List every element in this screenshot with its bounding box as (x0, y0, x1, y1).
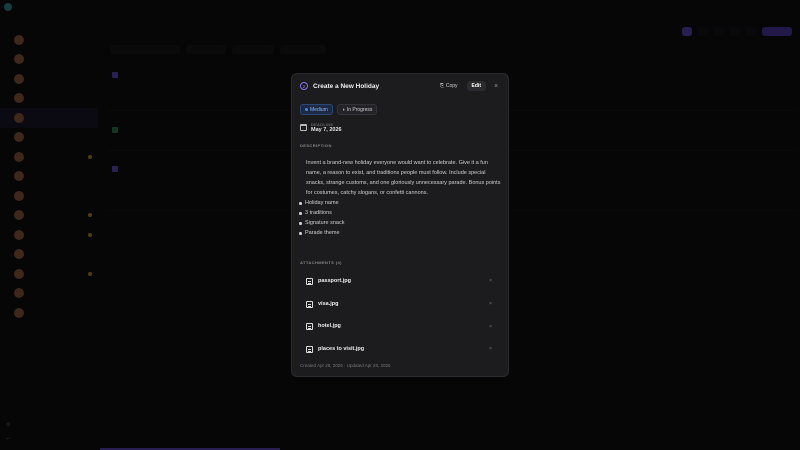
progress-icon: ◑ (341, 106, 345, 113)
attachment-item[interactable]: passport.jpg × (300, 270, 502, 293)
list-item: 3 traditions (298, 208, 502, 218)
deadline: DEADLINE May 7, 2026 (300, 122, 342, 133)
image-file-icon (306, 345, 313, 353)
edit-button[interactable]: Edit (466, 81, 486, 91)
status-icon: 2 (300, 82, 308, 90)
attachment-item[interactable]: hotel.jpg × (300, 315, 502, 338)
calendar-icon (300, 124, 307, 131)
description: Invent a brand-new holiday everyone woul… (299, 158, 502, 238)
status-badge: ◑ In Progress (336, 104, 378, 115)
header-actions: ⎘ Copy Edit × (437, 81, 500, 91)
list-item: Signature snack (298, 218, 502, 228)
timestamps: Created Apr 28, 2026 · Updated Apr 28, 2… (300, 363, 391, 368)
modal-title: Create a New Holiday (313, 82, 380, 90)
modal-header: 2 Create a New Holiday ⎘ Copy Edit × (292, 74, 508, 98)
remove-attachment-icon[interactable]: × (489, 324, 492, 330)
description-label: DESCRIPTION (300, 143, 332, 148)
remove-attachment-icon[interactable]: × (489, 301, 492, 307)
copy-button[interactable]: ⎘ Copy (437, 81, 461, 91)
attachments-label: ATTACHMENTS (4) (300, 260, 342, 265)
deadline-value: May 7, 2026 (311, 127, 342, 133)
image-file-icon (306, 300, 313, 308)
list-item: Parade theme (298, 228, 502, 238)
image-file-icon (306, 323, 313, 331)
description-text: Invent a brand-new holiday everyone woul… (306, 160, 501, 196)
close-icon[interactable]: × (492, 83, 500, 90)
remove-attachment-icon[interactable]: × (489, 278, 492, 284)
attachment-item[interactable]: places to visit.jpg × (300, 338, 502, 361)
priority-badge: Medium (300, 104, 333, 115)
copy-icon: ⎘ (439, 83, 444, 89)
tag-row: Medium ◑ In Progress (300, 104, 378, 115)
attachment-item[interactable]: visa.jpg × (300, 293, 502, 316)
attachments-list: passport.jpg × visa.jpg × hotel.jpg × pl… (300, 270, 502, 361)
image-file-icon (306, 277, 313, 285)
list-item: Holiday name (298, 198, 502, 208)
task-detail-modal: 2 Create a New Holiday ⎘ Copy Edit × Med… (291, 73, 509, 377)
priority-dot-icon (305, 108, 308, 111)
bullet-list: Holiday name 3 traditions Signature snac… (298, 198, 502, 238)
remove-attachment-icon[interactable]: × (489, 346, 492, 352)
